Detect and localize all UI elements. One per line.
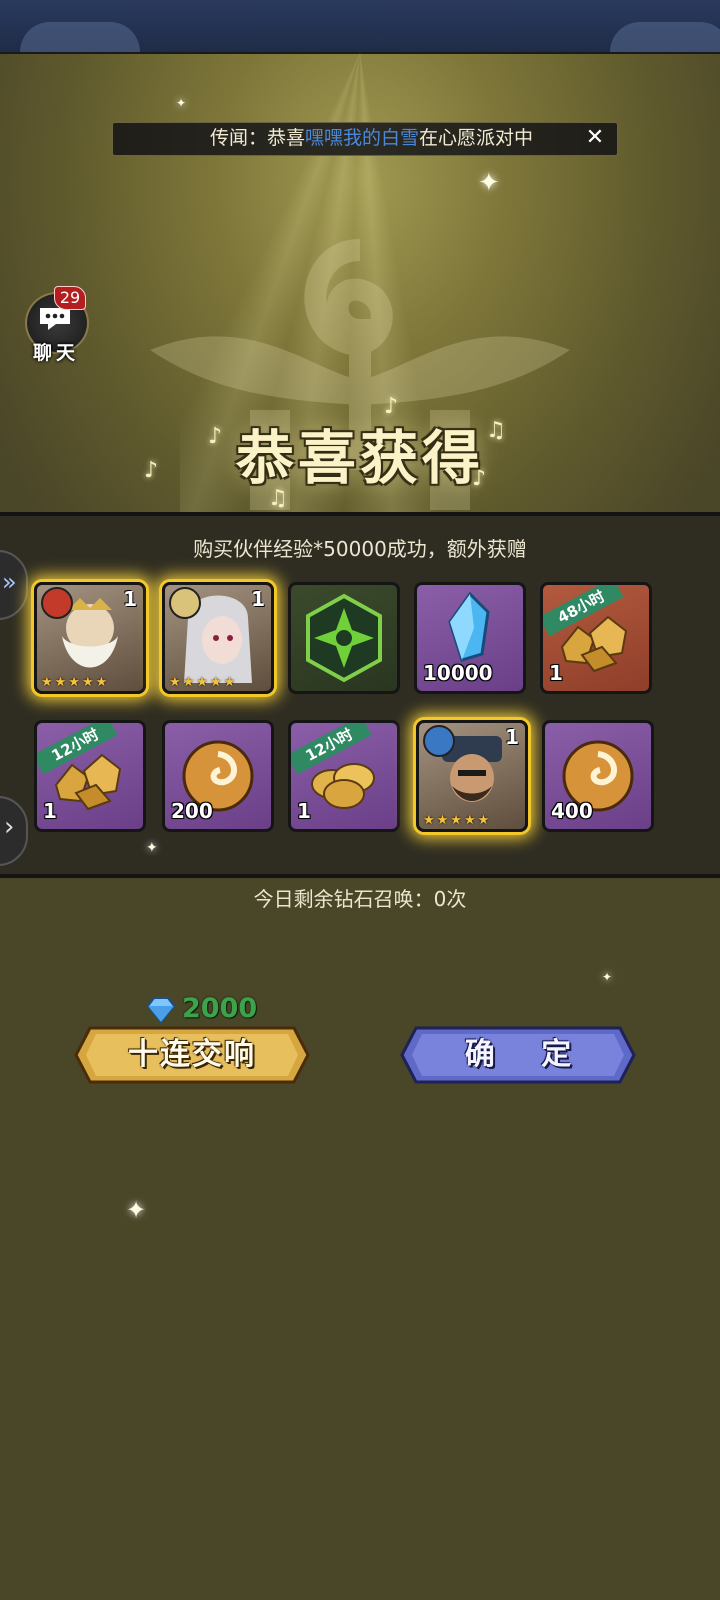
reward-hero-card[interactable]: 1 ★★★★★	[34, 582, 146, 694]
sparkle-icon: ✦	[126, 1196, 147, 1224]
item-quantity: 1	[297, 799, 311, 823]
hero-level: 1	[123, 587, 137, 611]
double-chevron-icon: »	[2, 568, 17, 596]
chevron-right-icon: ›	[4, 812, 15, 842]
confirm-button[interactable]: 确 定	[400, 1024, 636, 1086]
reward-item-card[interactable]: 12小时 1	[34, 720, 146, 832]
reward-message: 购买伙伴经验*50000成功，额外获赠	[193, 537, 527, 561]
blue-crystal-icon	[448, 591, 490, 662]
water-element-icon	[423, 725, 455, 757]
remaining-summons-text: 今日剩余钻石召唤：0次	[253, 887, 467, 911]
close-icon[interactable]: ✕	[582, 126, 608, 150]
chat-label: 聊天	[32, 342, 79, 364]
reward-hero-card[interactable]: 1 ★★★★★	[162, 582, 274, 694]
reward-item-card[interactable]: 200	[162, 720, 274, 832]
item-quantity: 1	[549, 661, 563, 685]
item-quantity: 200	[171, 799, 213, 823]
sparkle-icon: ✦	[176, 96, 187, 110]
reward-item-card[interactable]: 10000	[414, 582, 526, 694]
reward-item-card[interactable]: 400	[542, 720, 654, 832]
reward-item-card[interactable]: 48小时 1	[540, 582, 652, 694]
reward-item-card[interactable]: 12小时 1	[288, 720, 400, 832]
light-element-icon	[169, 587, 201, 619]
item-quantity: 400	[551, 799, 593, 823]
sparkle-icon: ✦	[478, 168, 500, 198]
diamond-icon	[146, 997, 176, 1024]
ten-summon-button[interactable]: 十连交响	[74, 1024, 310, 1086]
fire-element-icon	[41, 587, 73, 619]
reward-hero-card[interactable]: 1 ★★★★★	[416, 720, 528, 832]
page-title: 恭喜获得	[235, 424, 484, 492]
chat-unread-badge: 29	[54, 286, 86, 310]
cloud-decoration	[610, 22, 720, 52]
item-quantity: 1	[43, 799, 57, 823]
sparkle-icon: ✦	[146, 840, 158, 856]
hero-level: 1	[505, 725, 519, 749]
reward-emblem-card[interactable]	[288, 582, 400, 694]
rumor-suffix: 在心愿派对中	[419, 127, 534, 149]
star-rating: ★★★★★	[41, 675, 110, 690]
hero-level: 1	[251, 587, 265, 611]
ten-summon-label: 十连交响	[128, 1037, 256, 1072]
item-quantity: 10000	[423, 661, 493, 685]
rumor-prefix: 传闻：恭喜	[210, 127, 306, 149]
green-emblem-icon	[306, 593, 382, 683]
music-note-icon: ♪	[384, 394, 399, 419]
star-rating: ★★★★★	[423, 813, 492, 828]
diamond-cost: 2000	[182, 993, 258, 1024]
star-rating: ★★★★★	[169, 675, 238, 690]
sparkle-icon: ✦	[602, 970, 613, 984]
confirm-label: 确 定	[464, 1037, 590, 1072]
rumor-player-name[interactable]: 嘿嘿我的白雪	[305, 127, 419, 149]
rumor-text: 传闻：恭喜嘿嘿我的白雪在心愿派对中	[210, 124, 580, 152]
cloud-decoration	[20, 22, 140, 52]
top-banner-strip	[0, 0, 720, 54]
